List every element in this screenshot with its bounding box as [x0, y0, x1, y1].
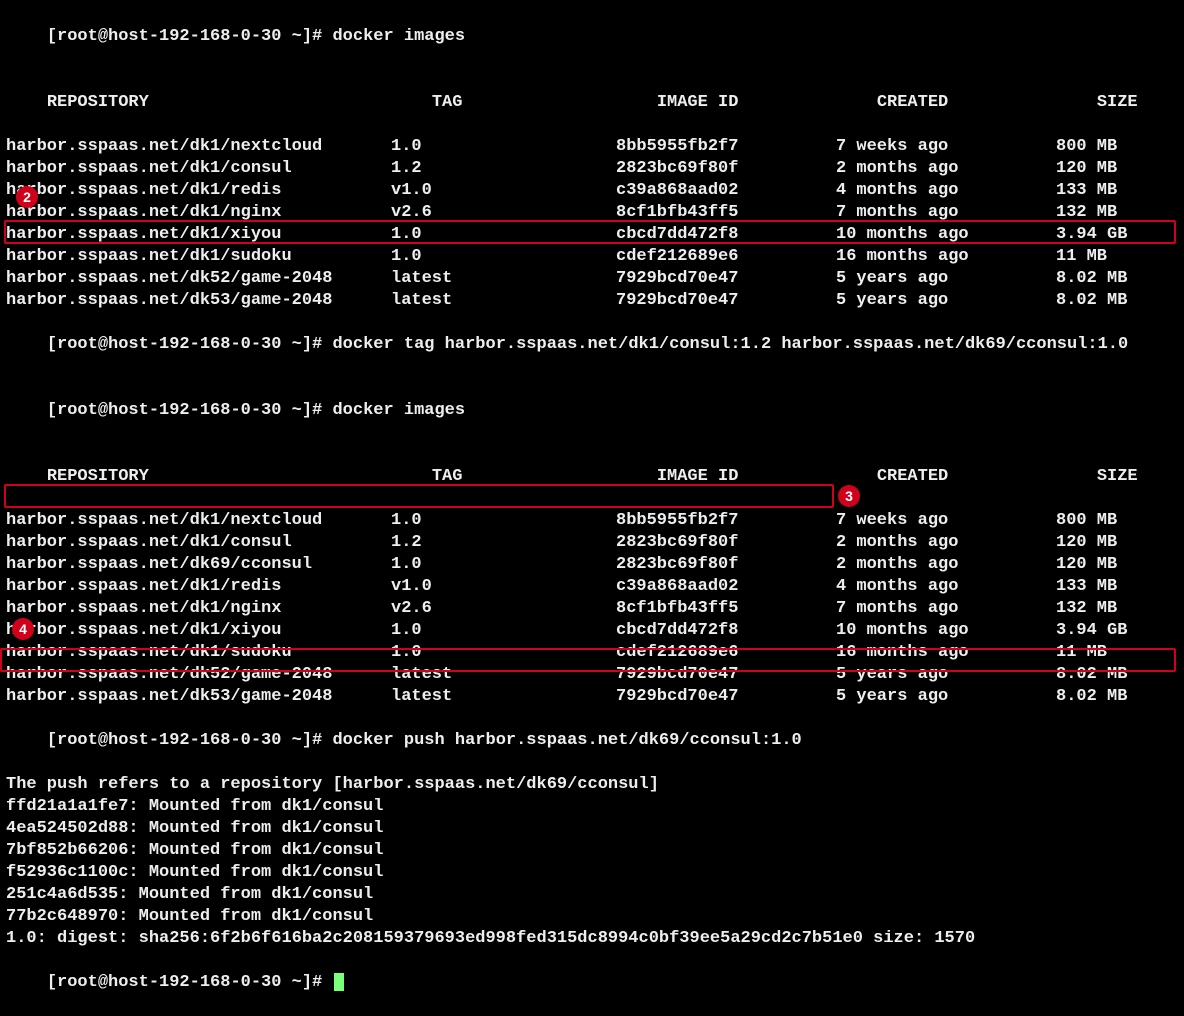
push-layer: 77b2c648970: Mounted from dk1/consul — [6, 906, 1178, 928]
table-row: harbor.sspaas.net/dk1/nextcloud1.08bb595… — [6, 510, 1178, 532]
table-header: REPOSITORYTAGIMAGE IDCREATEDSIZE — [6, 70, 1178, 136]
table-row: harbor.sspaas.net/dk1/consul1.22823bc69f… — [6, 158, 1178, 180]
push-layer: f52936c1100c: Mounted from dk1/consul — [6, 862, 1178, 884]
push-refers: The push refers to a repository [harbor.… — [6, 774, 1178, 796]
command-text: docker push harbor.sspaas.net/dk69/ccons… — [332, 731, 801, 750]
command-line[interactable]: [root@host-192-168-0-30 ~]# docker image… — [6, 4, 1178, 70]
table-row: harbor.sspaas.net/dk53/game-2048latest79… — [6, 686, 1178, 708]
table-row: harbor.sspaas.net/dk1/xiyou1.0cbcd7dd472… — [6, 620, 1178, 642]
command-line[interactable]: [root@host-192-168-0-30 ~]# docker image… — [6, 378, 1178, 444]
shell-prompt: [root@host-192-168-0-30 ~]# — [47, 335, 333, 354]
push-digest: 1.0: digest: sha256:6f2b6f616ba2c2081593… — [6, 928, 1178, 950]
command-text: docker images — [332, 27, 465, 46]
push-layer: 7bf852b66206: Mounted from dk1/consul — [6, 840, 1178, 862]
table-row: harbor.sspaas.net/dk69/cconsul1.02823bc6… — [6, 554, 1178, 576]
cursor — [334, 973, 344, 991]
shell-prompt: [root@host-192-168-0-30 ~]# — [47, 27, 333, 46]
table-row: harbor.sspaas.net/dk1/nextcloud1.08bb595… — [6, 136, 1178, 158]
table-row: harbor.sspaas.net/dk52/game-2048latest79… — [6, 268, 1178, 290]
push-layer: 4ea524502d88: Mounted from dk1/consul — [6, 818, 1178, 840]
table-row: harbor.sspaas.net/dk1/nginxv2.68cf1bfb43… — [6, 202, 1178, 224]
table-row: harbor.sspaas.net/dk1/redisv1.0c39a868aa… — [6, 180, 1178, 202]
table-row: harbor.sspaas.net/dk1/consul1.22823bc69f… — [6, 532, 1178, 554]
shell-prompt: [root@host-192-168-0-30 ~]# — [47, 731, 333, 750]
table-row: harbor.sspaas.net/dk1/xiyou1.0cbcd7dd472… — [6, 224, 1178, 246]
table-row: harbor.sspaas.net/dk1/redisv1.0c39a868aa… — [6, 576, 1178, 598]
shell-prompt: [root@host-192-168-0-30 ~]# — [47, 401, 333, 420]
table-row: harbor.sspaas.net/dk1/nginxv2.68cf1bfb43… — [6, 598, 1178, 620]
command-line[interactable]: [root@host-192-168-0-30 ~]# docker push … — [6, 708, 1178, 774]
command-text: docker images — [332, 401, 465, 420]
table-row: harbor.sspaas.net/dk1/sudoku1.0cdef21268… — [6, 642, 1178, 664]
terminal-output: [root@host-192-168-0-30 ~]# docker image… — [6, 4, 1178, 1016]
table-row: harbor.sspaas.net/dk1/sudoku1.0cdef21268… — [6, 246, 1178, 268]
shell-prompt: [root@host-192-168-0-30 ~]# — [47, 973, 333, 992]
push-layer: ffd21a1a1fe7: Mounted from dk1/consul — [6, 796, 1178, 818]
table-header: REPOSITORYTAGIMAGE IDCREATEDSIZE — [6, 444, 1178, 510]
table-row: harbor.sspaas.net/dk53/game-2048latest79… — [6, 290, 1178, 312]
command-line[interactable]: [root@host-192-168-0-30 ~]# docker tag h… — [6, 312, 1178, 378]
push-layer: 251c4a6d535: Mounted from dk1/consul — [6, 884, 1178, 906]
command-text: docker tag harbor.sspaas.net/dk1/consul:… — [332, 335, 1128, 354]
table-row: harbor.sspaas.net/dk52/game-2048latest79… — [6, 664, 1178, 686]
command-line[interactable]: [root@host-192-168-0-30 ~]# — [6, 950, 1178, 1016]
